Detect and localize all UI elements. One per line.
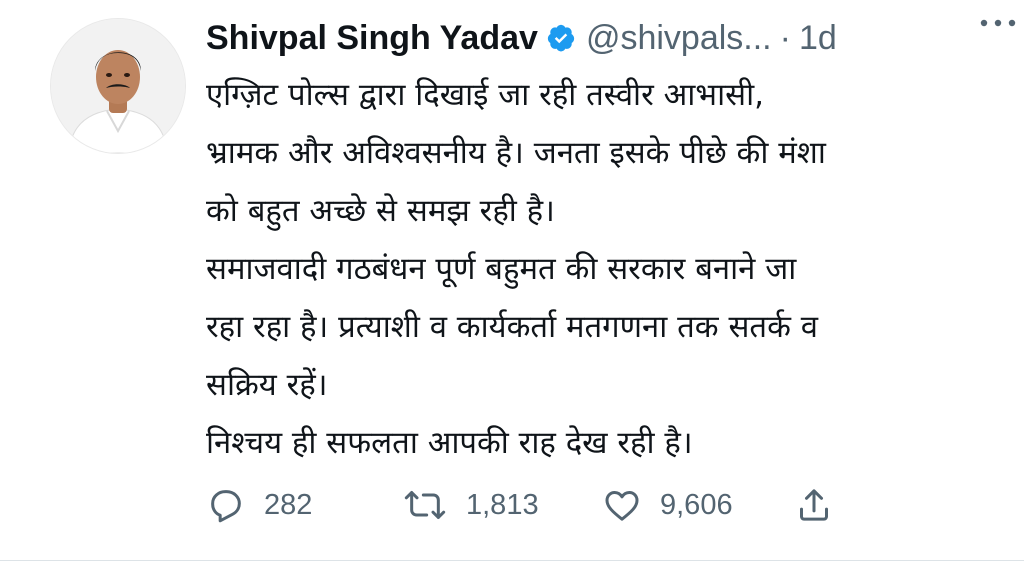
heart-icon: [605, 491, 639, 521]
retweet-count: 1,813: [466, 488, 539, 521]
like-button[interactable]: 9,606: [602, 480, 733, 530]
author-handle[interactable]: @shivpals...: [586, 19, 772, 58]
tweet-text-line: सक्रिय रहें।: [206, 367, 328, 403]
tweet: Shivpal Singh Yadav @shivpals... · 1d एग…: [0, 0, 1024, 566]
divider: [0, 560, 1024, 561]
tweet-actions: 282 1,813 9,606: [206, 480, 846, 530]
tweet-timestamp[interactable]: 1d: [799, 19, 837, 58]
retweet-icon: [404, 491, 446, 519]
tweet-text-line: एग्ज़िट पोल्स द्वारा दिखाई जा रही तस्वीर…: [206, 77, 764, 113]
reply-button[interactable]: 282: [206, 480, 312, 530]
tweet-text-line: निश्चय ही सफलता आपकी राह देख रही है।: [206, 425, 693, 461]
share-icon: [800, 489, 828, 521]
more-horizontal-icon[interactable]: [976, 8, 1020, 38]
share-button[interactable]: [794, 480, 834, 530]
reply-count: 282: [264, 488, 313, 521]
author-avatar[interactable]: [50, 18, 186, 154]
tweet-text-line: रहा रहा है। प्रत्याशी व कार्यकर्ता मतगणन…: [206, 309, 818, 345]
retweet-button[interactable]: 1,813: [402, 480, 539, 530]
author-name[interactable]: Shivpal Singh Yadav: [206, 19, 538, 58]
reply-icon: [211, 490, 241, 523]
tweet-text-line: को बहुत अच्छे से समझ रही है।: [206, 193, 555, 229]
separator-dot: ·: [779, 18, 791, 57]
tweet-text-line: समाजवादी गठबंधन पूर्ण बहुमत की सरकार बना…: [206, 251, 797, 287]
avatar-portrait: [51, 19, 185, 153]
like-count: 9,606: [660, 488, 733, 521]
verified-badge-icon: [546, 23, 576, 53]
tweet-header: Shivpal Singh Yadav @shivpals... · 1d: [206, 14, 994, 62]
tweet-text: एग्ज़िट पोल्स द्वारा दिखाई जा रही तस्वीर…: [206, 66, 996, 472]
tweet-text-line: भ्रामक और अविश्वसनीय है। जनता इसके पीछे …: [206, 135, 826, 171]
